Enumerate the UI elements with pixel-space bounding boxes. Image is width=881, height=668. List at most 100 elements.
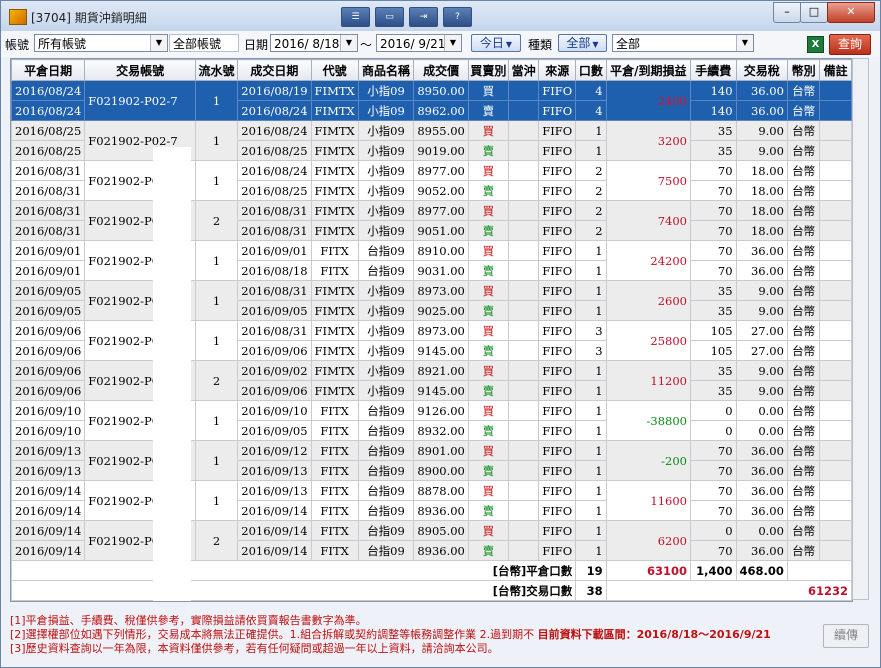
column-header[interactable]: 成交日期 <box>237 59 312 81</box>
tax-cell: 18.00 <box>735 160 788 181</box>
list-icon[interactable]: ☰ <box>341 7 370 27</box>
code-cell: FITX <box>310 400 359 421</box>
type-select[interactable]: 全部 ▼ <box>558 34 607 52</box>
window-title: [3704] 期貨沖銷明細 <box>31 11 147 25</box>
query-button[interactable]: 查詢 <box>829 34 871 55</box>
trade-date-cell: 2016/09/05 <box>237 420 312 441</box>
table-row[interactable]: 2016/09/06 F021902-P02-7 2 2016/09/02 FIMTX 小… <box>11 360 852 401</box>
table-row[interactable]: 2016/09/01 F021902-P02-7 1 2016/09/01 FITX 台指… <box>11 240 852 281</box>
vertical-scrollbar[interactable] <box>852 58 869 600</box>
product-cell: 小指09 <box>357 80 415 101</box>
type-label: 種類 <box>528 38 553 52</box>
table-row[interactable]: 2016/09/05 F021902-P02-7 1 2016/08/31 FIMTX 小… <box>11 280 852 321</box>
source-cell: FIFO <box>538 300 577 321</box>
side-cell: 買 <box>467 280 509 301</box>
table-row[interactable]: 2016/09/06 F021902-P02-7 1 2016/08/31 FIMTX 小… <box>11 320 852 361</box>
note-cell <box>819 160 852 181</box>
table-row[interactable]: 2016/08/24 F021902-P02-7 1 2016/08/19 FIMTX 小… <box>11 80 852 121</box>
maximize-button[interactable]: □ <box>800 2 828 23</box>
today-button-label: 今日 <box>479 36 504 50</box>
seq-cell: 1 <box>194 120 239 161</box>
close-date-cell: 2016/08/24 <box>11 80 86 101</box>
column-header[interactable]: 商品名稱 <box>357 59 415 81</box>
tax-cell: 0.00 <box>735 420 788 441</box>
source-cell: FIFO <box>538 320 577 341</box>
column-header[interactable]: 交易稅 <box>735 59 788 81</box>
source-cell: FIFO <box>538 140 577 161</box>
column-header[interactable]: 來源 <box>538 59 577 81</box>
note-cell <box>819 320 852 341</box>
minimize-button[interactable]: – <box>773 2 801 23</box>
tax-cell: 36.00 <box>735 260 788 281</box>
table-row[interactable]: 2016/08/25 F021902-P02-7 1 2016/08/24 FIMTX 小… <box>11 120 852 161</box>
column-header[interactable]: 平倉日期 <box>11 59 86 81</box>
chevron-down-icon: ▼ <box>505 40 513 49</box>
currency-cell: 台幣 <box>786 280 821 301</box>
price-cell: 9025.00 <box>413 300 469 321</box>
table-row[interactable]: 2016/09/14 F021902-P02-7 1 2016/09/13 FITX 台指… <box>11 480 852 521</box>
trade-date-cell: 2016/09/05 <box>237 300 312 321</box>
window-icon[interactable]: ▭ <box>375 7 404 27</box>
qty-cell: 1 <box>575 500 607 521</box>
column-header[interactable]: 備註 <box>819 59 852 81</box>
tax-cell: 36.00 <box>735 500 788 521</box>
column-header[interactable]: 流水號 <box>194 59 239 81</box>
close-date-cell: 2016/09/14 <box>11 500 86 521</box>
table-row[interactable]: 2016/09/14 F021902-P02-7 2 2016/09/14 FITX 台指… <box>11 520 852 561</box>
continue-button[interactable]: 續傳 <box>823 624 869 648</box>
product-select[interactable]: 全部 ▼ <box>612 34 754 52</box>
help-icon[interactable]: ? <box>443 7 472 27</box>
note-line-2: [2]選擇權部位如遇下列情形，交易成本將無法正確提供。1.組合拆解或契約調整等帳… <box>10 628 830 642</box>
column-header[interactable]: 代號 <box>310 59 359 81</box>
qty-cell: 1 <box>575 360 607 381</box>
daytrade-cell <box>507 240 540 261</box>
fee-cell: 70 <box>689 500 737 521</box>
column-header[interactable]: 買賣別 <box>467 59 509 81</box>
column-header[interactable]: 手續費 <box>689 59 737 81</box>
table-row[interactable]: 2016/08/31 F021902-P02-7 2 2016/08/31 FIMTX 小… <box>11 200 852 241</box>
table-row[interactable]: 2016/09/13 F021902-P02-7 1 2016/09/12 FITX 台指… <box>11 440 852 481</box>
close-button[interactable]: ✕ <box>827 2 875 23</box>
price-cell: 8977.00 <box>413 200 469 221</box>
side-cell: 賣 <box>467 140 509 161</box>
column-header[interactable]: 成交價 <box>413 59 469 81</box>
date-to-picker[interactable]: 2016/ 9/21 ▼ <box>376 34 462 52</box>
fee-cell: 105 <box>689 320 737 341</box>
column-header[interactable]: 平倉/到期損益 <box>605 59 691 81</box>
account-select[interactable]: 所有帳號 ▼ <box>34 34 168 52</box>
daytrade-cell <box>507 180 540 201</box>
table-row[interactable]: 2016/09/10 F021902-P02-7 1 2016/09/10 FITX 台指… <box>11 400 852 441</box>
note-cell <box>819 360 852 381</box>
price-cell: 9051.00 <box>413 220 469 241</box>
code-cell: FIMTX <box>310 360 359 381</box>
date-from-picker[interactable]: 2016/ 8/18 ▼ <box>270 34 358 52</box>
chevron-down-icon: ▼ <box>444 35 461 51</box>
fee-cell: 70 <box>689 540 737 561</box>
daytrade-cell <box>507 440 540 461</box>
product-cell: 台指09 <box>357 480 415 501</box>
excel-export-icon[interactable]: X <box>807 36 824 53</box>
column-header[interactable]: 幣別 <box>786 59 821 81</box>
price-cell: 8962.00 <box>413 100 469 121</box>
product-cell: 台指09 <box>357 400 415 421</box>
today-button[interactable]: 今日 ▼ <box>471 34 521 52</box>
source-cell: FIFO <box>538 220 577 241</box>
date-from-value: 2016/ 8/18 <box>274 37 340 51</box>
account-all-field[interactable]: 全部帳號 <box>169 34 239 52</box>
column-header[interactable]: 當沖 <box>507 59 540 81</box>
column-header[interactable]: 口數 <box>575 59 607 81</box>
export-icon[interactable]: ⇥ <box>409 7 438 27</box>
column-header[interactable]: 交易帳號 <box>84 59 196 81</box>
product-cell: 小指09 <box>357 160 415 181</box>
daytrade-cell <box>507 520 540 541</box>
seq-cell: 2 <box>194 520 239 561</box>
trade-date-cell: 2016/08/24 <box>237 100 312 121</box>
currency-cell: 台幣 <box>786 460 821 481</box>
table-row[interactable]: 2016/08/31 F021902-P02-7 1 2016/08/24 FIMTX 小… <box>11 160 852 201</box>
trade-date-cell: 2016/09/06 <box>237 340 312 361</box>
fee-cell: 70 <box>689 460 737 481</box>
fee-cell: 35 <box>689 280 737 301</box>
note-cell <box>819 540 852 561</box>
note-line-2-text: [2]選擇權部位如遇下列情形，交易成本將無法正確提供。1.組合拆解或契約調整等帳… <box>10 628 535 641</box>
daytrade-cell <box>507 200 540 221</box>
